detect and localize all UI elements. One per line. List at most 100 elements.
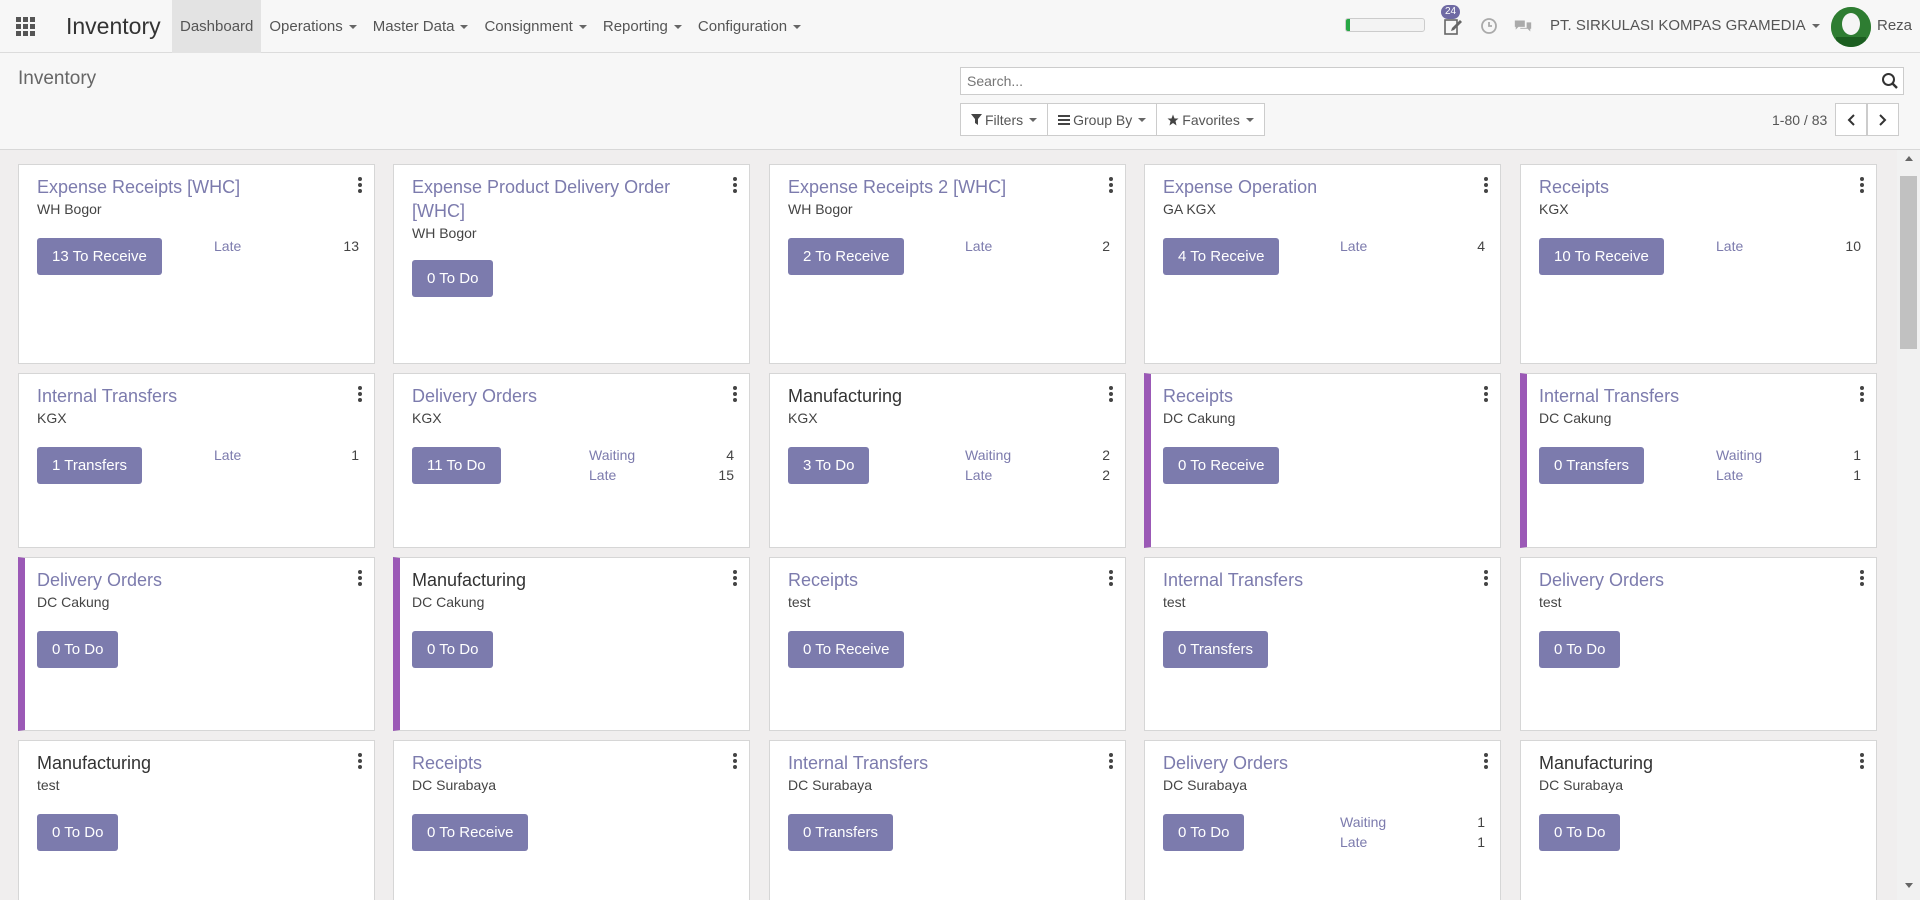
card-action-button[interactable]: 2 To Receive [788, 238, 905, 275]
kebab-menu-icon[interactable] [1484, 570, 1488, 586]
card-title[interactable]: Delivery Orders [37, 568, 337, 592]
card-action-button[interactable]: 0 Transfers [1539, 447, 1645, 484]
pager-previous-button[interactable] [1835, 103, 1867, 136]
card-title[interactable]: Internal Transfers [1163, 568, 1463, 592]
card-title[interactable]: Manufacturing [1539, 751, 1839, 775]
card-action-button[interactable]: 0 To Receive [412, 814, 529, 851]
pager-value[interactable]: 1-80 / 83 [1772, 112, 1827, 128]
scrollbar-thumb[interactable] [1900, 176, 1917, 349]
stat-waiting[interactable]: Waiting 1 [1340, 812, 1485, 832]
kebab-menu-icon[interactable] [1484, 386, 1488, 402]
menu-item-operations[interactable]: Operations [261, 0, 364, 53]
card-title[interactable]: Manufacturing [788, 384, 1088, 408]
kebab-menu-icon[interactable] [1109, 386, 1113, 402]
filters-button[interactable]: Filters [960, 103, 1049, 136]
card-title[interactable]: Expense Operation [1163, 175, 1463, 199]
card-action-button[interactable]: 0 To Receive [788, 631, 905, 668]
card-title[interactable]: Internal Transfers [788, 751, 1088, 775]
groupby-button[interactable]: Group By [1047, 103, 1158, 136]
stat-waiting[interactable]: Waiting 2 [965, 445, 1110, 465]
card-title[interactable]: Delivery Orders [412, 384, 712, 408]
kebab-menu-icon[interactable] [733, 386, 737, 402]
stat-late[interactable]: Late 1 [214, 445, 359, 465]
kebab-menu-icon[interactable] [358, 753, 362, 769]
card-action-button[interactable]: 0 To Do [37, 631, 119, 668]
kebab-menu-icon[interactable] [733, 177, 737, 193]
stat-late[interactable]: Late 2 [965, 236, 1110, 256]
stat-late[interactable]: Late 10 [1716, 236, 1861, 256]
activity-edit-icon[interactable] [1443, 16, 1463, 36]
card-title[interactable]: Expense Receipts 2 [WHC] [788, 175, 1088, 199]
apps-menu-icon[interactable] [16, 17, 36, 36]
card-action-button[interactable]: 0 To Do [1163, 814, 1245, 851]
card-title[interactable]: Receipts [1163, 384, 1463, 408]
menu-item-reporting[interactable]: Reporting [595, 0, 690, 53]
card-action-button[interactable]: 10 To Receive [1539, 238, 1664, 275]
search-input[interactable] [961, 68, 1853, 94]
card-action-button[interactable]: 0 Transfers [1163, 631, 1269, 668]
card-action-button[interactable]: 3 To Do [788, 447, 870, 484]
card-action-button[interactable]: 0 To Receive [1163, 447, 1280, 484]
kebab-menu-icon[interactable] [733, 753, 737, 769]
clock-icon[interactable] [1479, 16, 1499, 36]
kebab-menu-icon[interactable] [358, 386, 362, 402]
user-name[interactable]: Reza [1877, 17, 1912, 34]
kebab-menu-icon[interactable] [1860, 753, 1864, 769]
menu-item-consignment[interactable]: Consignment [476, 0, 594, 53]
kebab-menu-icon[interactable] [1860, 570, 1864, 586]
stat-late[interactable]: Late 15 [589, 465, 734, 485]
card-title[interactable]: Receipts [1539, 175, 1839, 199]
card-title[interactable]: Delivery Orders [1539, 568, 1839, 592]
stat-late[interactable]: Late 2 [965, 465, 1110, 485]
pager-next-button[interactable] [1867, 103, 1899, 136]
card-action-button[interactable]: 0 Transfers [788, 814, 894, 851]
kebab-menu-icon[interactable] [1109, 570, 1113, 586]
stat-late[interactable]: Late 1 [1340, 832, 1485, 852]
card-action-button[interactable]: 0 To Do [37, 814, 119, 851]
card-title[interactable]: Expense Receipts [WHC] [37, 175, 337, 199]
onboarding-progress-bar[interactable] [1345, 18, 1425, 32]
stat-waiting[interactable]: Waiting 1 [1716, 445, 1861, 465]
card-action-button[interactable]: 0 To Do [1539, 814, 1621, 851]
chat-icon[interactable] [1513, 16, 1533, 36]
card-title[interactable]: Internal Transfers [37, 384, 337, 408]
card-title[interactable]: Manufacturing [412, 568, 712, 592]
menu-item-dashboard[interactable]: Dashboard [172, 0, 262, 53]
card-title[interactable]: Receipts [412, 751, 712, 775]
card-action-button[interactable]: 0 To Do [1539, 631, 1621, 668]
search-icon[interactable] [1881, 72, 1899, 90]
stat-late[interactable]: Late 4 [1340, 236, 1485, 256]
card-title[interactable]: Internal Transfers [1539, 384, 1839, 408]
card-title[interactable]: Delivery Orders [1163, 751, 1463, 775]
avatar[interactable] [1831, 7, 1871, 47]
card-title[interactable]: Manufacturing [37, 751, 337, 775]
kebab-menu-icon[interactable] [1860, 177, 1864, 193]
vertical-scrollbar[interactable] [1897, 150, 1920, 900]
card-action-button[interactable]: 11 To Do [412, 447, 501, 484]
menu-item-master-data[interactable]: Master Data [365, 0, 477, 53]
kebab-menu-icon[interactable] [1109, 177, 1113, 193]
app-brand[interactable]: Inventory [66, 13, 161, 40]
kebab-menu-icon[interactable] [358, 177, 362, 193]
stat-late[interactable]: Late 13 [214, 236, 359, 256]
kebab-menu-icon[interactable] [1109, 753, 1113, 769]
menu-item-configuration[interactable]: Configuration [690, 0, 809, 53]
kebab-menu-icon[interactable] [733, 570, 737, 586]
stat-waiting[interactable]: Waiting 4 [589, 445, 734, 465]
card-title[interactable]: Expense Product Delivery Order [WHC] [412, 175, 712, 223]
card-title[interactable]: Receipts [788, 568, 1088, 592]
card-action-button[interactable]: 1 Transfers [37, 447, 143, 484]
company-switcher[interactable]: PT. SIRKULASI KOMPAS GRAMEDIA [1550, 17, 1820, 34]
card-action-button[interactable]: 0 To Do [412, 260, 494, 297]
stat-late[interactable]: Late 1 [1716, 465, 1861, 485]
kebab-menu-icon[interactable] [358, 570, 362, 586]
kebab-menu-icon[interactable] [1484, 177, 1488, 193]
card-action-button[interactable]: 13 To Receive [37, 238, 162, 275]
card-action-button[interactable]: 0 To Do [412, 631, 494, 668]
scroll-down-arrow[interactable] [1897, 882, 1920, 896]
card-action-button[interactable]: 4 To Receive [1163, 238, 1280, 275]
scroll-up-arrow[interactable] [1897, 154, 1920, 168]
kebab-menu-icon[interactable] [1860, 386, 1864, 402]
favorites-button[interactable]: Favorites [1156, 103, 1265, 136]
kebab-menu-icon[interactable] [1484, 753, 1488, 769]
